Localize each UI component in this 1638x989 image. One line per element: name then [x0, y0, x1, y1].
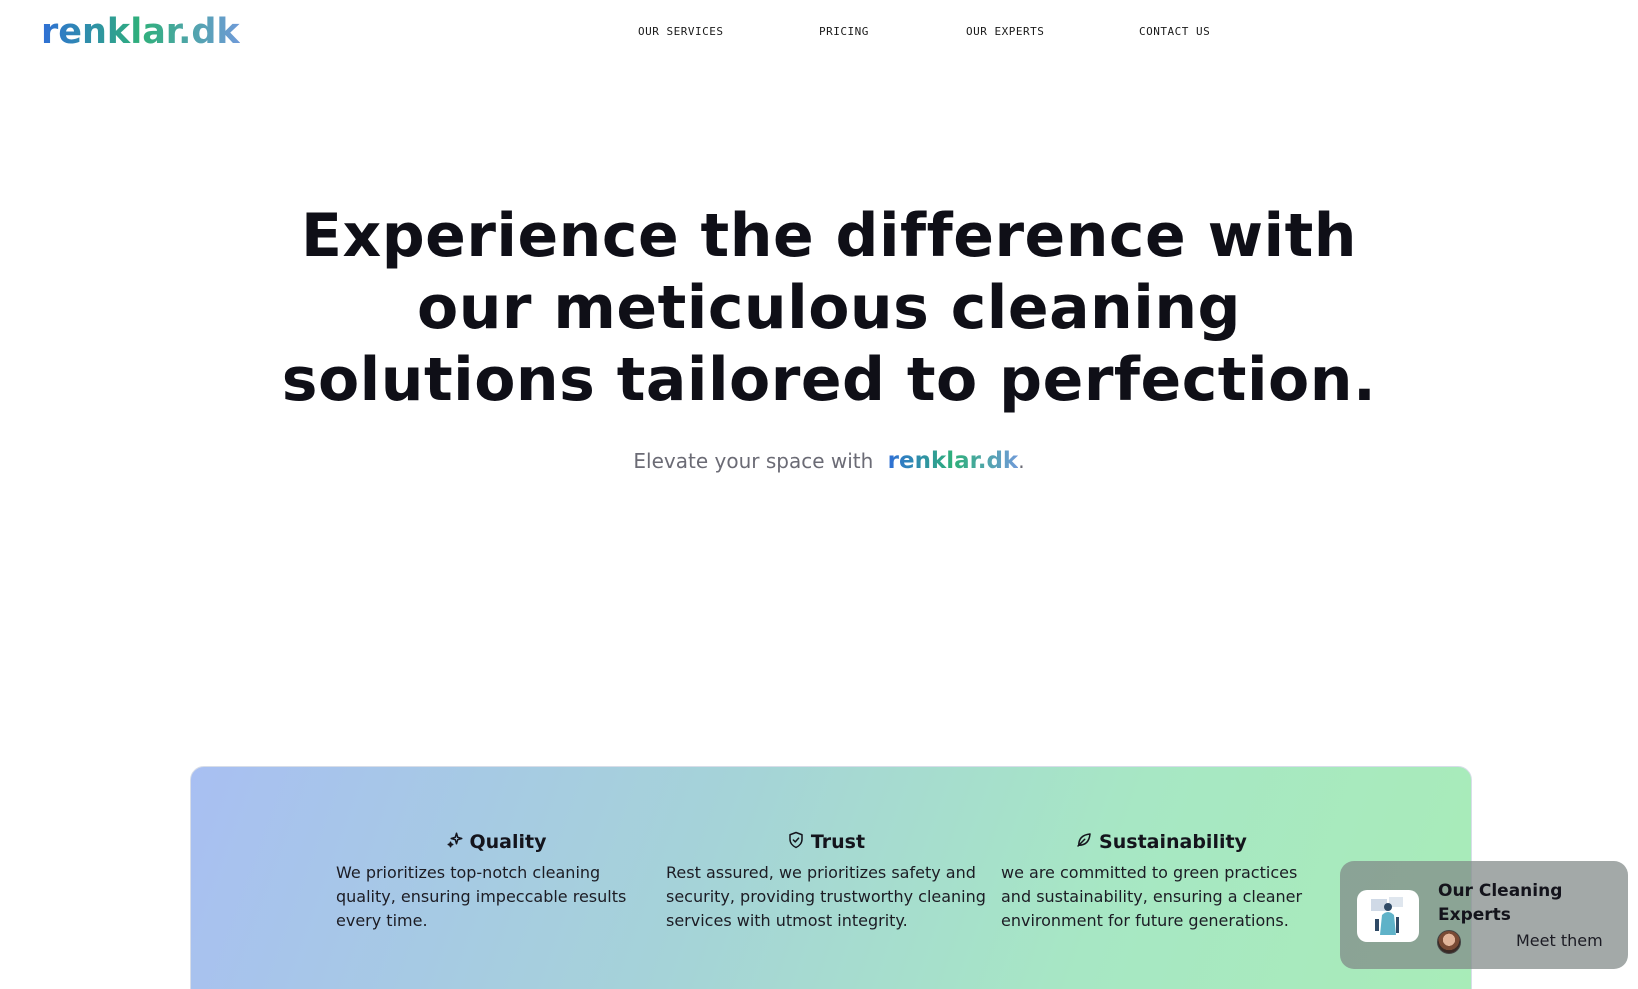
feature-sustainability-title: Sustainability: [1099, 831, 1247, 853]
hero-title-line-2: our meticulous cleaning: [416, 273, 1242, 343]
feature-quality-title: Quality: [469, 831, 547, 853]
feature-trust-title: Trust: [810, 831, 866, 853]
features-panel: Quality We prioritizes top-notch cleanin…: [190, 766, 1472, 989]
feature-trust: Trust Rest assured, we prioritizes safet…: [666, 829, 986, 933]
feature-trust-heading: Trust: [666, 829, 986, 855]
feature-sustainability-heading: Sustainability: [1001, 829, 1321, 855]
nav-contact-us[interactable]: CONTACT US: [1139, 25, 1249, 38]
feature-quality-heading: Quality: [336, 829, 656, 855]
hero-subtitle: Elevate your space with renklar.dk.: [0, 448, 1638, 474]
hero-title: Experience the difference with our metic…: [0, 200, 1638, 416]
feature-trust-description: Rest assured, we prioritizes safety and …: [666, 863, 986, 930]
nav-pricing[interactable]: PRICING: [819, 25, 899, 38]
nav-our-services[interactable]: OUR SERVICES: [638, 25, 748, 38]
feature-quality: Quality We prioritizes top-notch cleanin…: [336, 829, 656, 933]
page: renklar.dk OUR SERVICES PRICING OUR EXPE…: [0, 0, 1638, 989]
hero-subtitle-period: .: [1018, 449, 1025, 473]
shield-check-icon: [787, 831, 805, 854]
hero-subtitle-text: Elevate your space with: [633, 449, 874, 473]
experts-card-title: Our Cleaning Experts: [1438, 881, 1563, 925]
hero-subtitle-brand: renklar.dk: [887, 448, 1019, 474]
experts-card[interactable]: Our Cleaning Experts Meet them: [1340, 861, 1628, 969]
hero-title-line-1: Experience the difference with: [301, 201, 1357, 271]
expert-avatar: [1437, 930, 1461, 954]
leaf-icon: [1075, 831, 1093, 854]
nav-our-experts[interactable]: OUR EXPERTS: [966, 25, 1076, 38]
sparkles-icon: [446, 831, 464, 854]
logo-link[interactable]: renklar.dk: [41, 10, 240, 54]
feature-sustainability-description: we are committed to green practices and …: [1001, 863, 1303, 930]
site-header: renklar.dk OUR SERVICES PRICING OUR EXPE…: [0, 0, 1638, 70]
feature-quality-description: We prioritizes top-notch cleaning qualit…: [336, 863, 627, 930]
feature-sustainability: Sustainability we are committed to green…: [1001, 829, 1321, 933]
hero-title-line-3: solutions tailored to perfection.: [281, 345, 1377, 415]
meet-them-link[interactable]: Meet them: [1516, 931, 1603, 950]
cleaning-expert-illustration: [1357, 890, 1419, 942]
